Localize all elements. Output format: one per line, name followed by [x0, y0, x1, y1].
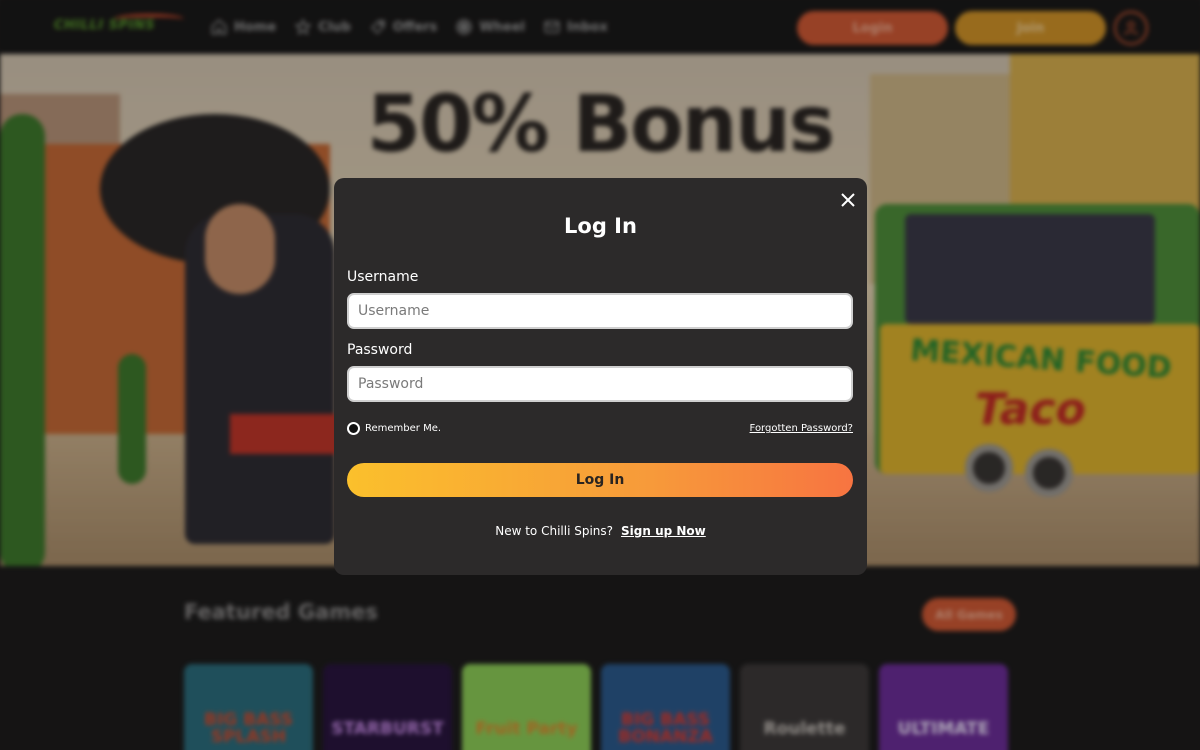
- username-input[interactable]: [347, 293, 853, 329]
- login-submit-button[interactable]: Log In: [347, 463, 853, 497]
- close-icon: [841, 193, 855, 207]
- password-input[interactable]: [347, 366, 853, 402]
- signup-row: New to Chilli Spins? Sign up Now: [334, 524, 867, 538]
- page: CHILLI SPINS Home Club Offers Wheel Inbo…: [0, 0, 1200, 750]
- modal-title: Log In: [564, 214, 637, 238]
- signup-link[interactable]: Sign up Now: [621, 524, 706, 538]
- close-modal-button[interactable]: [838, 190, 858, 210]
- username-label: Username: [347, 269, 419, 285]
- password-label: Password: [347, 342, 413, 358]
- signup-prompt: New to Chilli Spins?: [495, 524, 614, 538]
- remember-me[interactable]: Remember Me.: [347, 422, 441, 435]
- forgot-password-link[interactable]: Forgotten Password?: [700, 423, 853, 434]
- remember-me-radio[interactable]: [347, 422, 360, 435]
- remember-me-label: Remember Me.: [365, 423, 442, 434]
